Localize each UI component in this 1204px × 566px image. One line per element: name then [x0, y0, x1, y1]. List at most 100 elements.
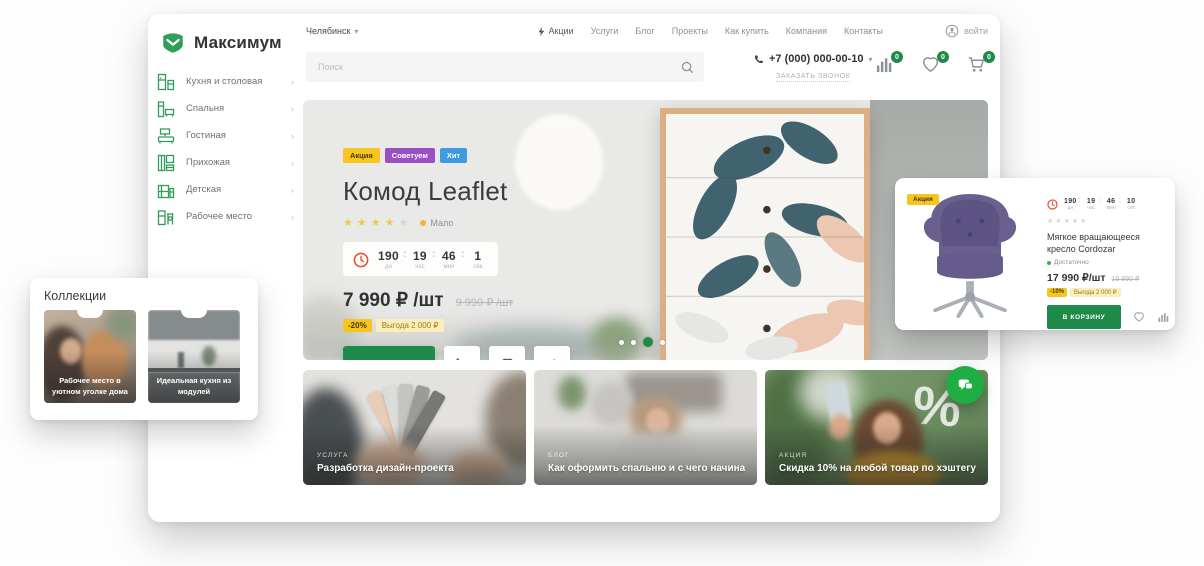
- timer-hours: 19час: [412, 249, 428, 270]
- badge-promo: Акция: [907, 194, 939, 205]
- search-icon[interactable]: [681, 61, 694, 74]
- kids-room-icon: [156, 180, 176, 200]
- sidebar-item-label: Спальня: [186, 103, 224, 114]
- banner-title: Разработка дизайн-проекта: [317, 463, 514, 474]
- product-photo-armchair: [911, 192, 1029, 318]
- nav-label: Контакты: [844, 26, 883, 36]
- star-icon: [357, 216, 367, 229]
- search-bar: [306, 52, 704, 82]
- old-price: 9 990 ₽ /шт: [456, 296, 514, 309]
- slider-dot[interactable]: [631, 340, 636, 345]
- hero-price-row: 7 990 ₽ /шт 9 990 ₽ /шт: [343, 289, 570, 312]
- current-price: 7 990 ₽ /шт: [343, 289, 444, 312]
- user-icon: [945, 24, 959, 38]
- availability-dot: [1047, 261, 1051, 265]
- star-icon: [343, 216, 353, 229]
- collection-card-workspace[interactable]: Рабочее место в уютном уголке дома: [44, 310, 136, 403]
- product-rating: [1047, 217, 1169, 225]
- timer-seconds: 10сек: [1126, 198, 1137, 211]
- product-actions: В корзину: [1047, 305, 1169, 329]
- phone-block[interactable]: +7 (000) 000-00-10 ЗАКАЗАТЬ ЗВОНОК: [754, 53, 873, 83]
- nav-label: Акции: [548, 26, 573, 36]
- banner-title: Скидка 10% на любой товар по хэштегу: [779, 463, 976, 474]
- availability-status: Мало: [420, 218, 453, 228]
- bolt-icon: [538, 27, 545, 36]
- cart-icon: [455, 357, 470, 361]
- compare-button[interactable]: [534, 346, 570, 360]
- nav-item-projects[interactable]: Проекты: [672, 26, 708, 36]
- old-price: 19 990 ₽: [1112, 275, 1140, 283]
- slider-dot[interactable]: [660, 340, 665, 345]
- slider-dot-active[interactable]: [643, 337, 653, 347]
- cart-button[interactable]: 0: [967, 55, 986, 79]
- chat-icon: [957, 377, 974, 394]
- favorite-button[interactable]: [489, 346, 525, 360]
- star-icon: [1080, 217, 1086, 225]
- nav-item-how-to-buy[interactable]: Как купить: [725, 26, 769, 36]
- sidebar-item-bedroom[interactable]: Спальня: [156, 95, 296, 122]
- header-toolbar: +7 (000) 000-00-10 ЗАКАЗАТЬ ЗВОНОК 0 0 0: [306, 50, 988, 84]
- sidebar-item-kitchen[interactable]: Кухня и столовая: [156, 68, 296, 95]
- search-input[interactable]: [306, 62, 681, 72]
- collection-photo-plant: [106, 310, 136, 340]
- banner-row: УСЛУГА Разработка дизайн-проекта БЛОГ Ка…: [303, 370, 988, 485]
- product-title[interactable]: Мягкое вращающееся кресло Cordozar: [1047, 231, 1169, 255]
- banner-photo-lamp: [590, 382, 634, 426]
- star-icon: [371, 216, 381, 229]
- benefit-badge: Выгода 2 000 ₽: [376, 319, 445, 332]
- sidebar-item-label: Гостиная: [186, 130, 226, 141]
- login-button[interactable]: войти: [945, 24, 988, 38]
- nav-item-company[interactable]: Компания: [786, 26, 827, 36]
- city-selector[interactable]: Челябинск: [306, 26, 358, 36]
- compare-button[interactable]: 0: [875, 55, 894, 79]
- nav-item-promo[interactable]: Акции: [538, 26, 573, 36]
- clock-icon: [353, 252, 369, 268]
- brand-name: Максимум: [194, 33, 282, 53]
- favorites-button[interactable]: 0: [921, 55, 940, 79]
- nav-item-contacts[interactable]: Контакты: [844, 26, 883, 36]
- hero-product-photo-dresser: [660, 108, 870, 360]
- hero-actions: Подробнее: [343, 346, 570, 360]
- sidebar-item-workspace[interactable]: Рабочее место: [156, 203, 296, 230]
- slider-pagination: [619, 337, 665, 347]
- sidebar-item-livingroom[interactable]: Гостиная: [156, 122, 296, 149]
- logo[interactable]: Максимум: [160, 30, 282, 56]
- star-icon: [1072, 217, 1078, 225]
- hero-slide-content: Акция Советуем Хит Комод Leaflet Мало 19…: [343, 148, 570, 360]
- add-to-cart-button[interactable]: [444, 346, 480, 360]
- add-to-cart-button[interactable]: В корзину: [1047, 305, 1121, 329]
- nav-item-services[interactable]: Услуги: [591, 26, 619, 36]
- timer-seconds: 1сек: [470, 249, 486, 270]
- product-info-area: 190дн 19час 46мин 10сек Мягкое вращающее…: [1043, 178, 1181, 330]
- collections-title: Коллекции: [44, 289, 106, 303]
- sidebar-item-label: Рабочее место: [186, 211, 252, 222]
- favorite-button[interactable]: [1133, 311, 1145, 323]
- header-action-icons: 0 0 0: [875, 55, 986, 79]
- nav-item-blog[interactable]: Блог: [635, 26, 654, 36]
- nav-label: Как купить: [725, 26, 769, 36]
- chat-widget-button[interactable]: [946, 366, 984, 404]
- nav-label: Компания: [786, 26, 827, 36]
- banner-design-service[interactable]: УСЛУГА Разработка дизайн-проекта: [303, 370, 526, 485]
- page-canvas: Максимум Кухня и столовая Спальня Гостин…: [0, 0, 1204, 566]
- collection-card-kitchen[interactable]: Идеальная кухня из модулей: [148, 310, 240, 403]
- workspace-icon: [156, 207, 176, 227]
- hero-rating: Мало: [343, 216, 570, 229]
- callback-link[interactable]: ЗАКАЗАТЬ ЗВОНОК: [776, 73, 850, 82]
- phone-number: +7 (000) 000-00-10: [769, 53, 863, 65]
- timer-minutes: 46мин: [1106, 198, 1117, 211]
- main-menu: Акции Услуги Блог Проекты Как купить Ком…: [538, 26, 882, 36]
- collection-title: Рабочее место в уютном уголке дома: [48, 375, 132, 398]
- banner-blog-bedroom[interactable]: БЛОГ Как оформить спальню и с чего начин…: [534, 370, 757, 485]
- heart-icon: [1133, 311, 1145, 323]
- sidebar-item-hallway[interactable]: Прихожая: [156, 149, 296, 176]
- details-button[interactable]: Подробнее: [343, 346, 435, 360]
- compare-button[interactable]: [1157, 311, 1169, 323]
- slider-dot[interactable]: [619, 340, 624, 345]
- sidebar-item-kids[interactable]: Детская: [156, 176, 296, 203]
- badge-hit: Хит: [440, 148, 467, 163]
- sidebar-item-label: Кухня и столовая: [186, 76, 262, 87]
- hero-product-title[interactable]: Комод Leaflet: [343, 176, 570, 207]
- category-sidebar: Кухня и столовая Спальня Гостиная Прихож…: [156, 68, 296, 230]
- compare-icon: [1157, 311, 1169, 323]
